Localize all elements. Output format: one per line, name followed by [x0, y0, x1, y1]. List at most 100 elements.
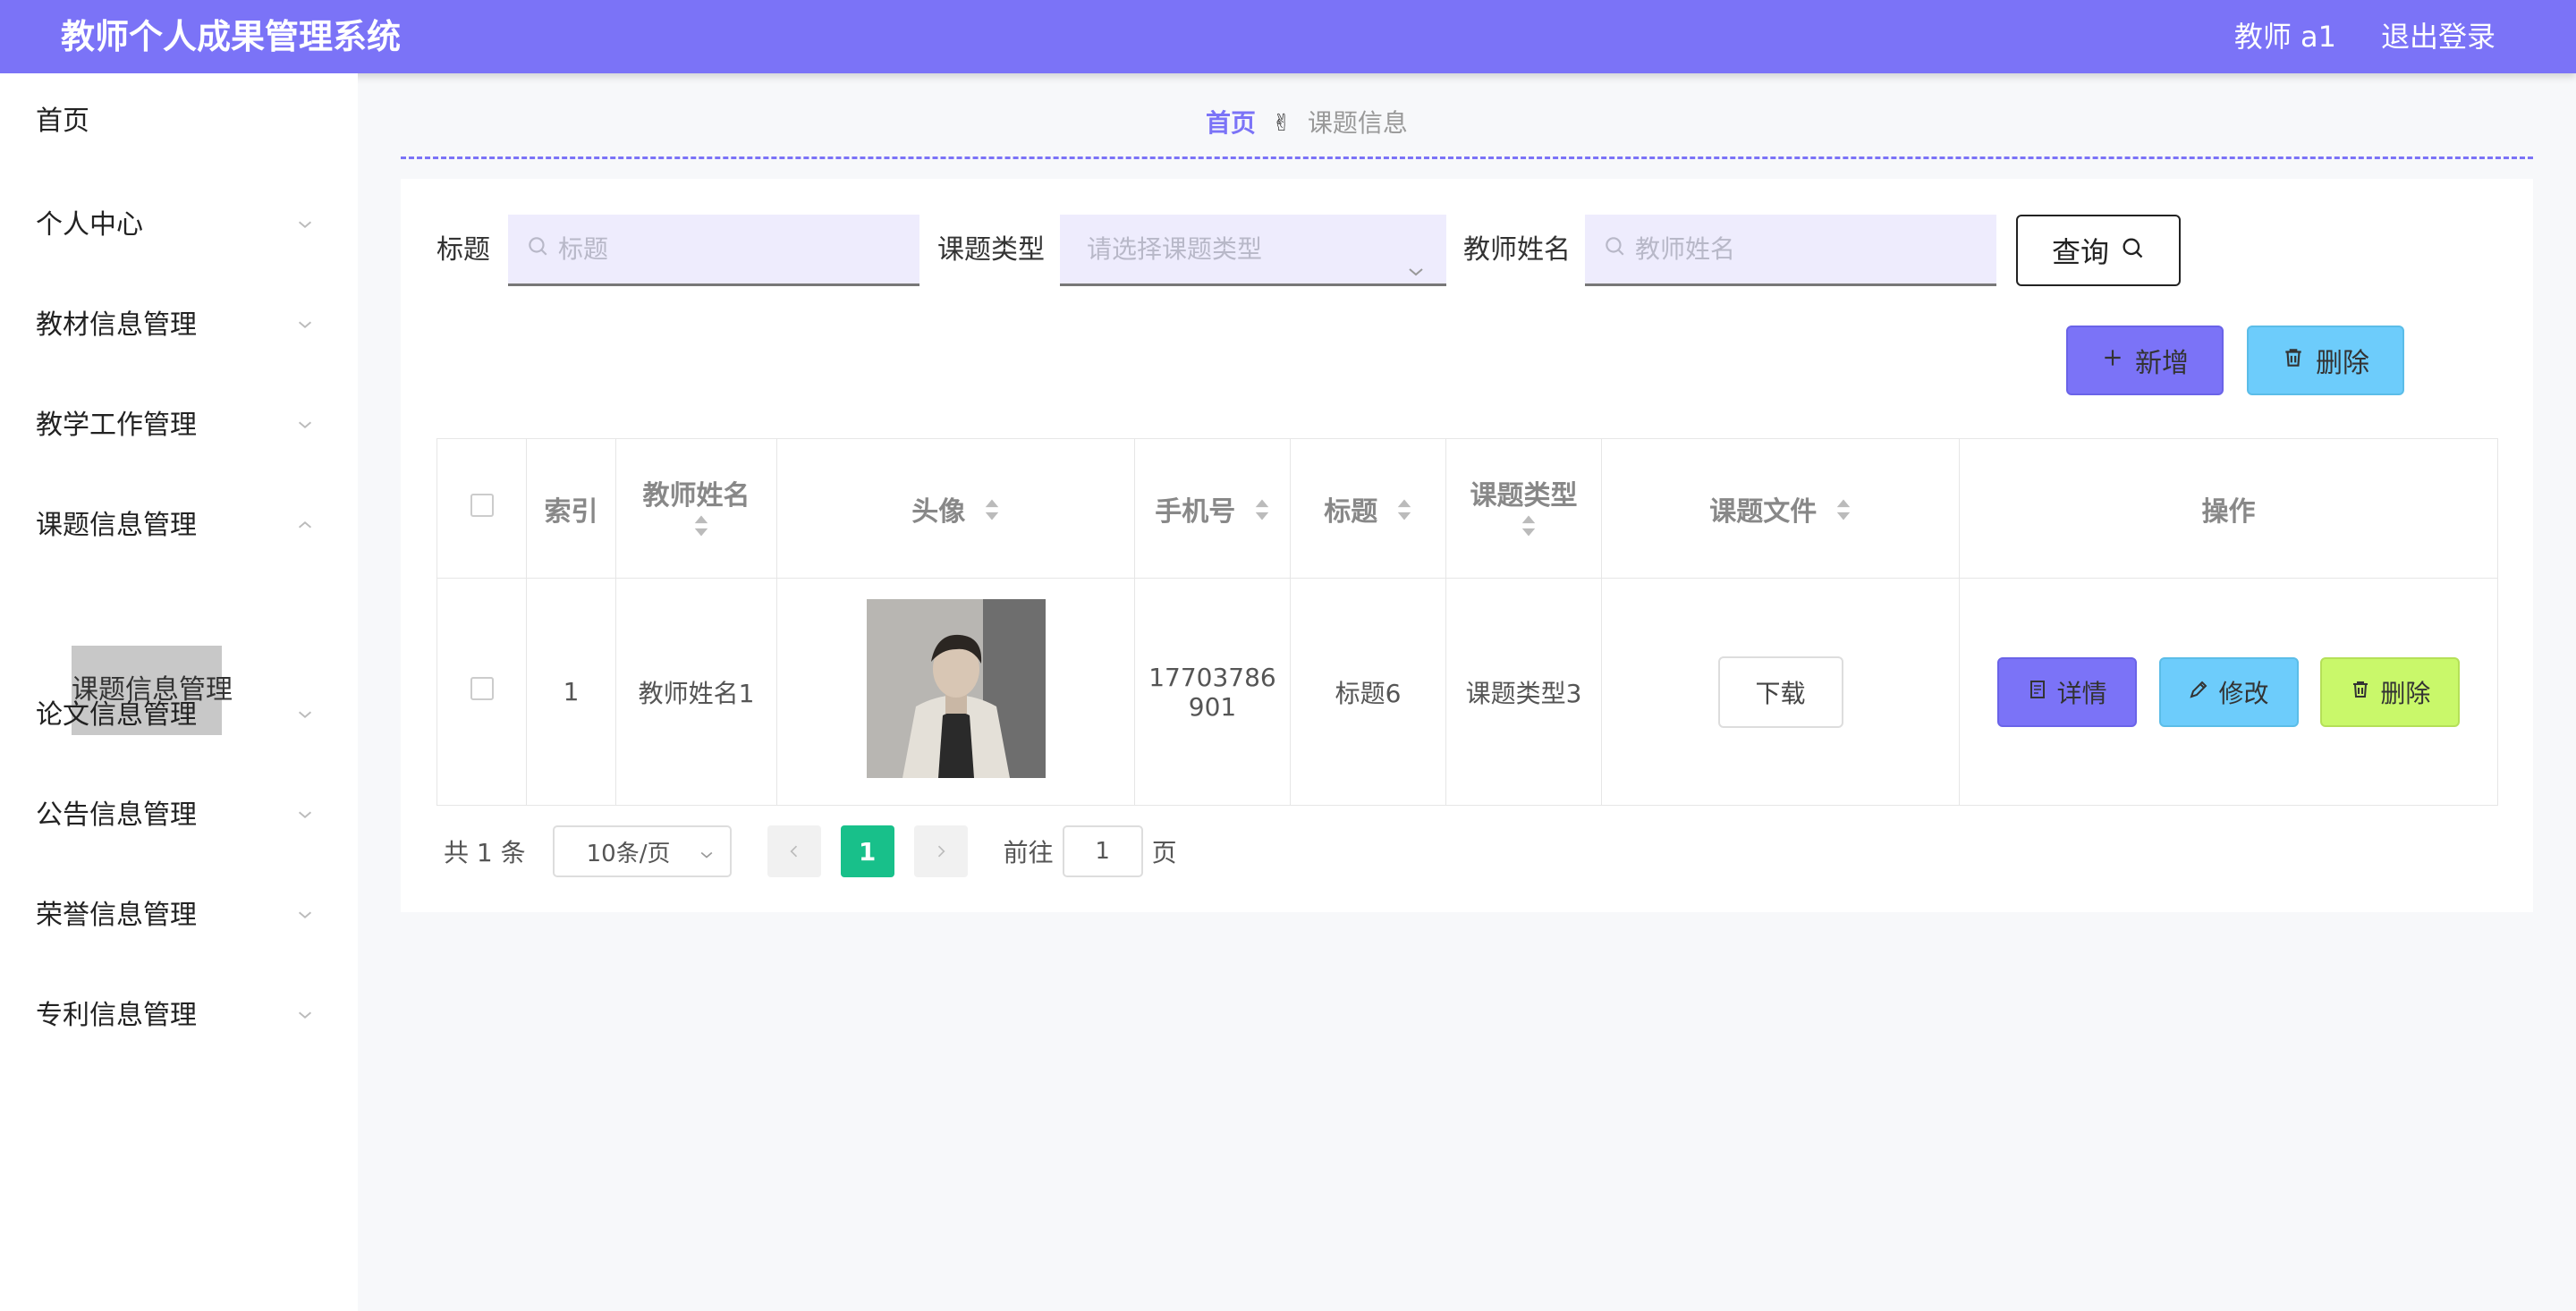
teacher-name-search-field [1585, 215, 1996, 286]
chevron-left-icon [785, 837, 803, 867]
add-button-label: 新增 [2135, 348, 2189, 379]
sidebar-item-project[interactable]: 课题信息管理 [36, 499, 322, 553]
header-project-file[interactable]: 课题文件 [1601, 438, 1960, 579]
sort-icon[interactable] [984, 497, 1000, 529]
chevron-down-icon [295, 789, 322, 842]
prev-page-button[interactable] [767, 825, 821, 877]
row-index: 1 [526, 578, 616, 806]
header-avatar[interactable]: 头像 [776, 438, 1135, 579]
header-operations-label: 操作 [2201, 495, 2256, 528]
table-header-row: 索引 教师姓名 头像 手机号 标题 课题类型 课题文件 操作 [436, 438, 2498, 579]
header-project-file-label: 课题文件 [1709, 495, 1818, 528]
row-checkbox[interactable] [470, 677, 494, 700]
sidebar-item-paper[interactable]: 论文信息管理 [36, 689, 322, 742]
breadcrumb-home[interactable]: 首页 [1206, 106, 1256, 141]
chevron-down-icon [295, 199, 322, 252]
sidebar-item-label: 个人中心 [36, 209, 143, 241]
trash-icon [2282, 345, 2316, 376]
sidebar-item-patent[interactable]: 专利信息管理 [36, 989, 322, 1043]
title-search-field [508, 215, 919, 286]
chevron-down-icon [1405, 240, 1427, 276]
sidebar-item-home[interactable]: 首页 [36, 95, 322, 148]
query-button[interactable]: 查询 [2016, 215, 2181, 286]
goto-page-input[interactable] [1062, 825, 1143, 877]
title-label: 标题 [436, 234, 490, 266]
search-icon [1603, 234, 1635, 264]
app-title: 教师个人成果管理系统 [61, 17, 402, 56]
next-page-button[interactable] [913, 825, 968, 877]
plus-icon [2101, 345, 2135, 376]
sidebar-item-teaching[interactable]: 教学工作管理 [36, 399, 322, 453]
page-size-select[interactable]: 10条/页 [552, 825, 732, 877]
project-type-placeholder: 请选择课题类型 [1087, 234, 1263, 264]
sort-icon[interactable] [1835, 497, 1852, 529]
logout-link[interactable]: 退出登录 [2381, 16, 2496, 57]
search-icon [526, 234, 558, 264]
row-delete-button-label: 删除 [2380, 678, 2431, 708]
chevron-down-icon [698, 843, 716, 861]
header-title-label: 标题 [1324, 495, 1378, 528]
row-delete-button[interactable]: 删除 [2320, 656, 2461, 727]
project-type-label: 课题类型 [937, 234, 1045, 266]
detail-button-label: 详情 [2056, 678, 2107, 708]
breadcrumb-current: 课题信息 [1307, 108, 1408, 138]
chevron-down-icon [295, 299, 322, 352]
add-button[interactable]: 新增 [2066, 326, 2224, 395]
sort-icon[interactable] [1396, 497, 1412, 529]
top-header: 教师个人成果管理系统 教师 a1 退出登录 [0, 0, 2576, 73]
pagination-total: 共 1 条 [444, 838, 526, 867]
victory-hand-icon: ✌ [1272, 110, 1292, 137]
select-all-checkbox[interactable] [470, 494, 494, 517]
project-type-select[interactable]: 请选择课题类型 [1060, 215, 1446, 286]
detail-button[interactable]: 详情 [1996, 656, 2137, 727]
teacher-name-input[interactable] [1635, 234, 1903, 264]
sidebar-item-personal-center[interactable]: 个人中心 [36, 199, 322, 252]
sidebar-item-notice[interactable]: 公告信息管理 [36, 789, 322, 842]
header-teacher-name[interactable]: 教师姓名 [615, 438, 777, 579]
page-suffix: 页 [1151, 838, 1177, 867]
breadcrumb-divider [401, 156, 2533, 159]
row-teacher-name: 教师姓名1 [615, 578, 777, 806]
title-input[interactable] [558, 234, 826, 264]
row-phone-line1: 17703786 [1148, 662, 1276, 692]
page-size-value: 10条/页 [586, 840, 671, 867]
teacher-name-label: 教师姓名 [1463, 234, 1571, 266]
chevron-right-icon [932, 837, 950, 867]
page-number-current[interactable]: 1 [840, 825, 894, 877]
table-row: 1 教师姓名1 17703786 901 标题6 课题类型3 下载 详情 修改 … [436, 578, 2498, 806]
sort-icon[interactable] [1521, 513, 1537, 545]
sort-icon[interactable] [1254, 497, 1270, 529]
row-phone: 17703786 901 [1134, 578, 1291, 806]
sidebar-item-label: 课题信息管理 [36, 510, 197, 541]
batch-delete-button[interactable]: 删除 [2247, 326, 2404, 395]
chevron-down-icon [295, 989, 322, 1043]
chevron-down-icon [295, 399, 322, 453]
query-button-label: 查询 [2051, 235, 2109, 269]
row-avatar-cell [776, 578, 1135, 806]
project-table: 索引 教师姓名 头像 手机号 标题 课题类型 课题文件 操作 1 教师姓名1 1… [436, 438, 2498, 806]
sidebar-item-textbook[interactable]: 教材信息管理 [36, 299, 322, 352]
sidebar-item-honor[interactable]: 荣誉信息管理 [36, 889, 322, 943]
edit-button[interactable]: 修改 [2158, 656, 2299, 727]
header-operations: 操作 [1959, 438, 2498, 579]
header-phone[interactable]: 手机号 [1134, 438, 1291, 579]
avatar [866, 599, 1046, 778]
sidebar: 首页 个人中心 教材信息管理 教学工作管理 课题信息管理 课题信息管理 论文信息… [0, 73, 358, 1311]
header-select-all [436, 438, 527, 579]
header-title[interactable]: 标题 [1290, 438, 1446, 579]
goto-label: 前往 [1003, 838, 1054, 867]
header-phone-label: 手机号 [1155, 495, 1236, 528]
sidebar-item-label: 教材信息管理 [36, 309, 197, 341]
row-file-cell: 下载 [1601, 578, 1960, 806]
row-operations: 详情 修改 删除 [1959, 578, 2498, 806]
header-index-label: 索引 [544, 495, 598, 528]
chevron-down-icon [295, 689, 322, 742]
pencil-icon [2188, 677, 2218, 706]
download-button[interactable]: 下载 [1717, 656, 1843, 728]
row-select-cell [436, 578, 527, 806]
document-icon [2027, 677, 2057, 706]
sidebar-item-label: 论文信息管理 [36, 699, 197, 731]
batch-delete-button-label: 删除 [2316, 348, 2369, 379]
sort-icon[interactable] [693, 513, 709, 545]
header-project-type[interactable]: 课题类型 [1445, 438, 1602, 579]
